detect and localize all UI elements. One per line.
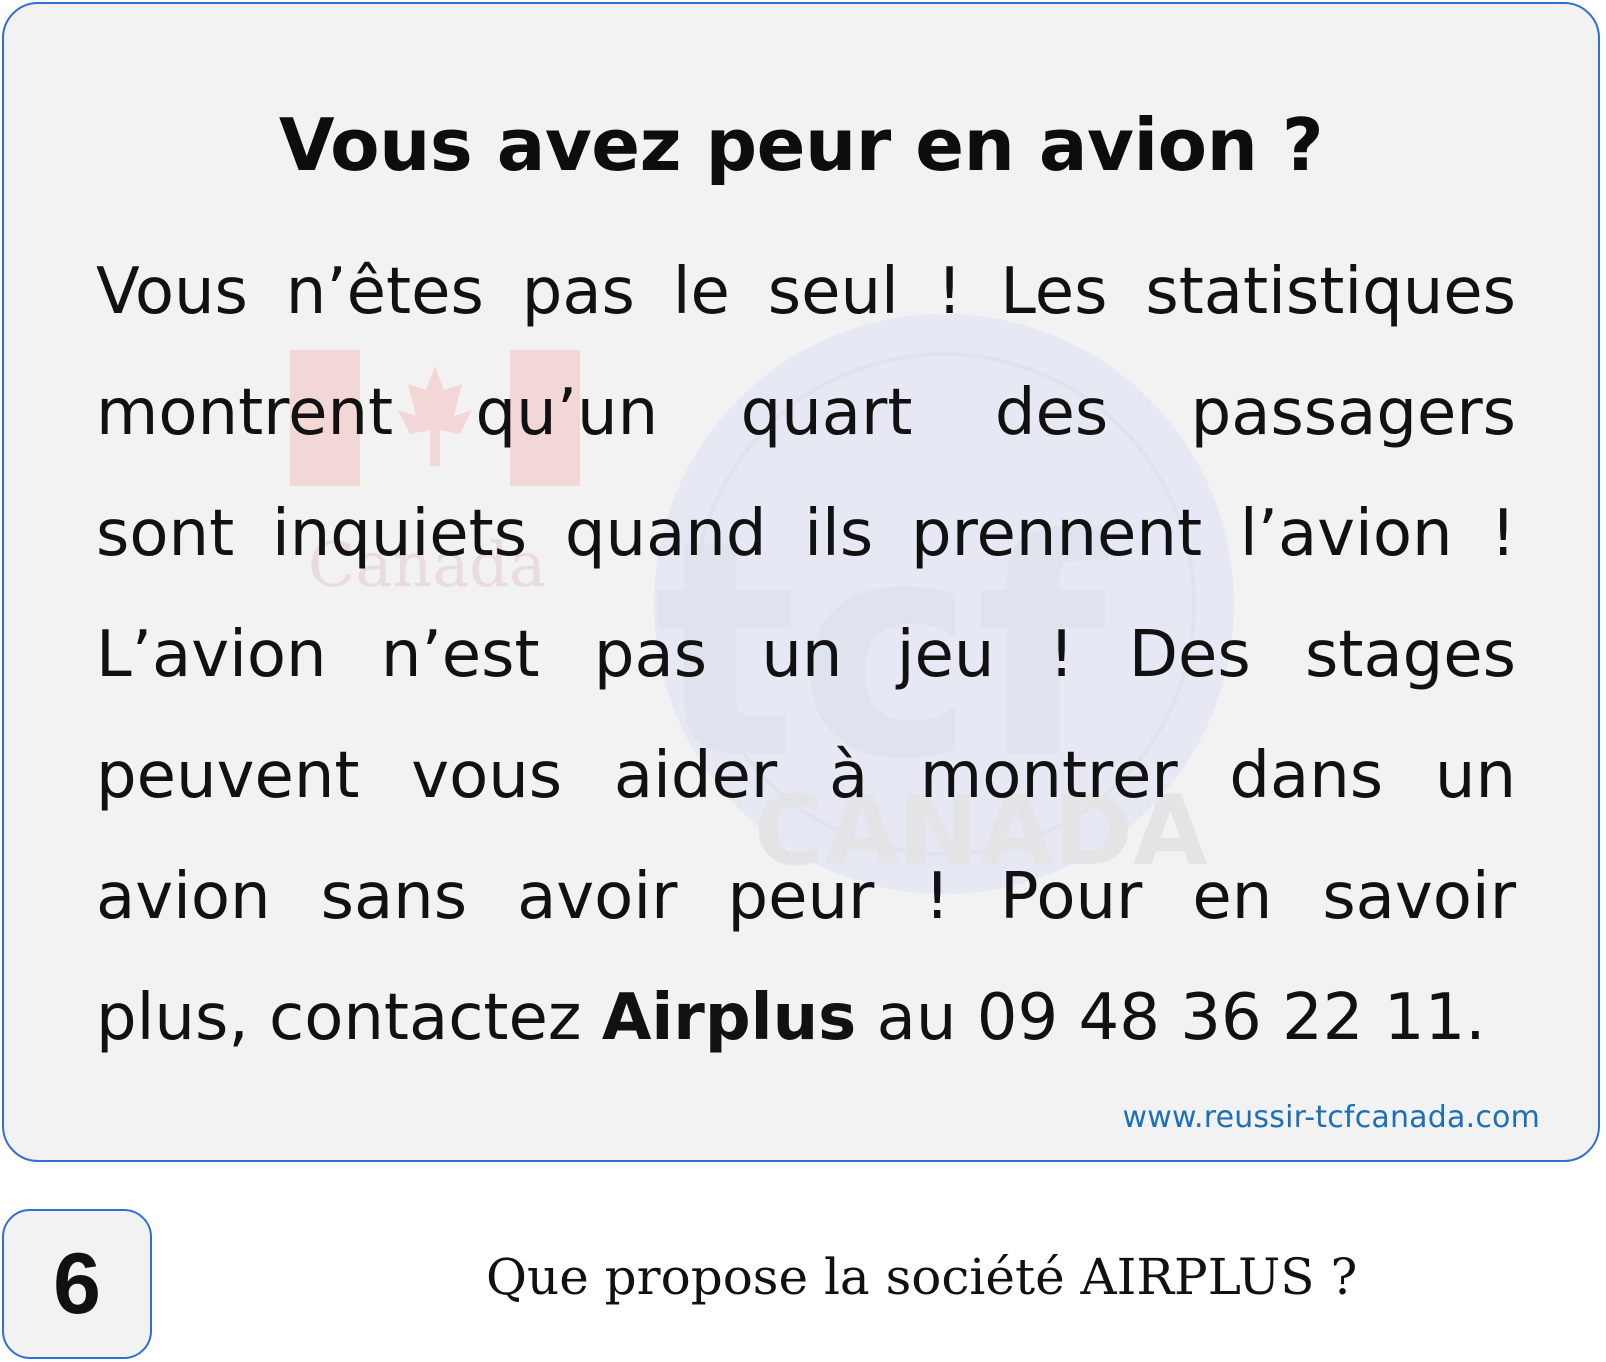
paragraph-line: L’avion n’est pas un jeu ! Des stages [96, 618, 1516, 692]
website-link[interactable]: www.reussir-tcfcanada.com [1123, 1100, 1541, 1135]
paragraph-line: avion sans avoir peur ! Pour en savoir [96, 860, 1516, 934]
paragraph-line: peuvent vous aider à montrer dans un [96, 739, 1516, 813]
paragraph-last-line: plus, contactez Airplus au 09 48 36 22 1… [96, 958, 1516, 1079]
question-number: 6 [2, 1209, 152, 1359]
card-title: Vous avez peur en avion ? [278, 103, 1324, 187]
last-line-start: plus, contactez [96, 981, 602, 1055]
phone-number-text: au 09 48 36 22 11. [856, 981, 1486, 1055]
card-paragraph: Vous n’êtes pas le seul ! Les statistiqu… [96, 232, 1516, 1079]
question-text: Que propose la société AIRPLUS ? [486, 1248, 1358, 1306]
text-card: Canada tcf CANADA Vous avez peur en avio… [2, 2, 1600, 1162]
brand-name: Airplus [601, 981, 857, 1055]
paragraph-line: montrent qu’un quart des passagers [96, 376, 1516, 450]
paragraph-line: sont inquiets quand ils prennent l’avion… [96, 497, 1516, 571]
paragraph-line: Vous n’êtes pas le seul ! Les statistiqu… [96, 255, 1516, 329]
